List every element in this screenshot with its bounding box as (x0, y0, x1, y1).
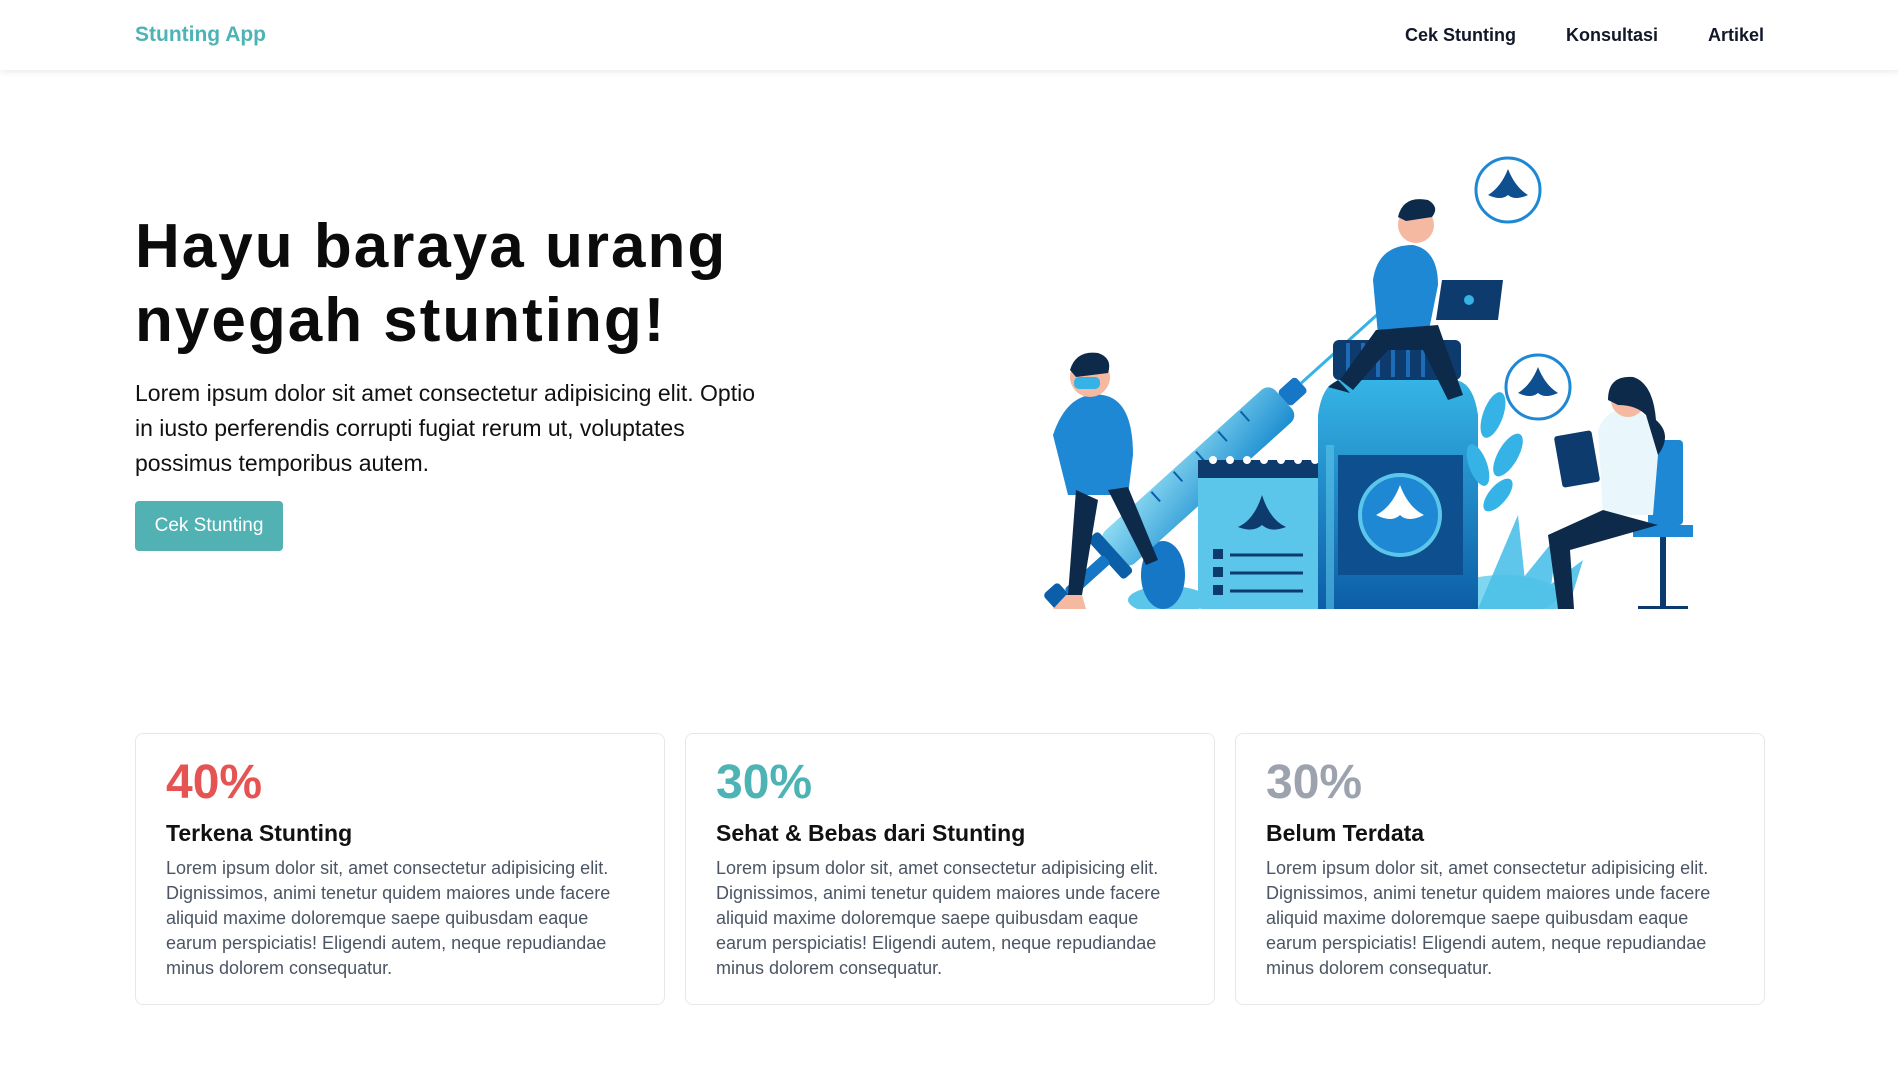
stat-card-sehat: 30% Sehat & Bebas dari Stunting Lorem ip… (685, 733, 1215, 1005)
stat-value: 30% (1266, 756, 1363, 809)
navbar: Stunting App Cek Stunting Konsultasi Art… (0, 0, 1899, 70)
stat-value: 30% (716, 756, 813, 809)
stat-card-terkena: 40% Terkena Stunting Lorem ipsum dolor s… (135, 733, 665, 1005)
stat-title: Terkena Stunting (166, 820, 353, 846)
hero-title: Hayu baraya urang nyegah stunting! (135, 212, 728, 355)
stat-description: Lorem ipsum dolor sit, amet consectetur … (1266, 858, 1711, 978)
hero-illustration (958, 155, 1764, 609)
nav-links: Cek Stunting Konsultasi Artikel (1405, 25, 1764, 46)
nav-link-cek-stunting[interactable]: Cek Stunting (1405, 25, 1516, 46)
hero-description: Lorem ipsum dolor sit amet consectetur a… (135, 380, 756, 476)
stat-value: 40% (166, 756, 263, 809)
medical-team-illustration (1044, 156, 1693, 609)
nav-link-konsultasi[interactable]: Konsultasi (1566, 25, 1658, 46)
stat-description: Lorem ipsum dolor sit, amet consectetur … (716, 858, 1161, 978)
stat-description: Lorem ipsum dolor sit, amet consectetur … (166, 858, 611, 978)
stat-title: Sehat & Bebas dari Stunting (716, 820, 1026, 846)
stat-card-belum-terdata: 30% Belum Terdata Lorem ipsum dolor sit,… (1235, 733, 1765, 1005)
cek-stunting-button[interactable]: Cek Stunting (135, 501, 283, 551)
brand-logo[interactable]: Stunting App (135, 23, 266, 47)
nav-link-artikel[interactable]: Artikel (1708, 25, 1764, 46)
stat-title: Belum Terdata (1266, 820, 1425, 846)
